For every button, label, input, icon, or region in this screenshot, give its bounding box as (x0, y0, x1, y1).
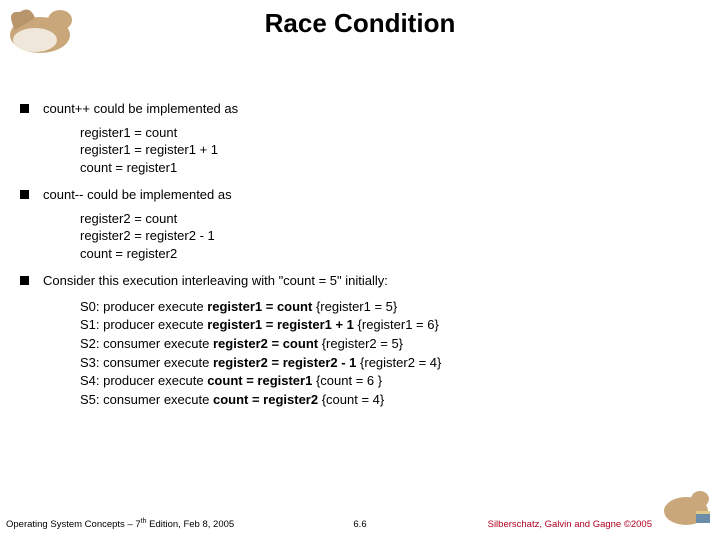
code-block-1: register1 = count register1 = register1 … (80, 124, 700, 177)
bullet-square-icon (20, 104, 29, 113)
bullet-item: count-- could be implemented as (20, 186, 700, 204)
step-suffix: {register1 = 5} (312, 299, 397, 314)
step-line: S5: consumer execute count = register2 {… (80, 391, 700, 409)
code-line: register1 = register1 + 1 (80, 142, 218, 157)
code-block-2: register2 = count register2 = register2 … (80, 210, 700, 263)
code-line: count = register1 (80, 160, 177, 175)
step-op: register2 = register2 - 1 (213, 355, 356, 370)
step-op: register2 = count (213, 336, 318, 351)
bullet-text: count++ could be implemented as (43, 100, 700, 118)
step-line: S3: consumer execute register2 = registe… (80, 354, 700, 372)
footer-copyright: Silberschatz, Galvin and Gagne ©2005 (488, 519, 652, 530)
execution-steps: S0: producer execute register1 = count {… (80, 298, 700, 408)
bullet-square-icon (20, 190, 29, 199)
code-line: register1 = count (80, 125, 177, 140)
slide-content: count++ could be implemented as register… (20, 100, 700, 409)
step-suffix: {count = 6 } (312, 373, 382, 388)
step-prefix: S1: producer execute (80, 317, 207, 332)
step-line: S4: producer execute count = register1 {… (80, 372, 700, 390)
bullet-text: Consider this execution interleaving wit… (43, 272, 700, 290)
step-line: S2: consumer execute register2 = count {… (80, 335, 700, 353)
step-prefix: S3: consumer execute (80, 355, 213, 370)
step-op: register1 = count (207, 299, 312, 314)
code-line: register2 = count (80, 211, 177, 226)
step-op: count = register2 (213, 392, 318, 407)
step-op: register1 = register1 + 1 (207, 317, 354, 332)
step-suffix: {count = 4} (318, 392, 384, 407)
step-line: S1: producer execute register1 = registe… (80, 316, 700, 334)
bullet-text: count-- could be implemented as (43, 186, 700, 204)
bullet-item: count++ could be implemented as (20, 100, 700, 118)
step-suffix: {register2 = 5} (318, 336, 403, 351)
bullet-item: Consider this execution interleaving wit… (20, 272, 700, 290)
code-line: register2 = register2 - 1 (80, 228, 215, 243)
step-prefix: S2: consumer execute (80, 336, 213, 351)
step-prefix: S4: producer execute (80, 373, 207, 388)
step-op: count = register1 (207, 373, 312, 388)
slide-title: Race Condition (0, 8, 720, 39)
step-line: S0: producer execute register1 = count {… (80, 298, 700, 316)
step-suffix: {register1 = 6} (354, 317, 439, 332)
step-prefix: S5: consumer execute (80, 392, 213, 407)
bullet-square-icon (20, 276, 29, 285)
step-prefix: S0: producer execute (80, 299, 207, 314)
step-suffix: {register2 = 4} (356, 355, 441, 370)
code-line: count = register2 (80, 246, 177, 261)
